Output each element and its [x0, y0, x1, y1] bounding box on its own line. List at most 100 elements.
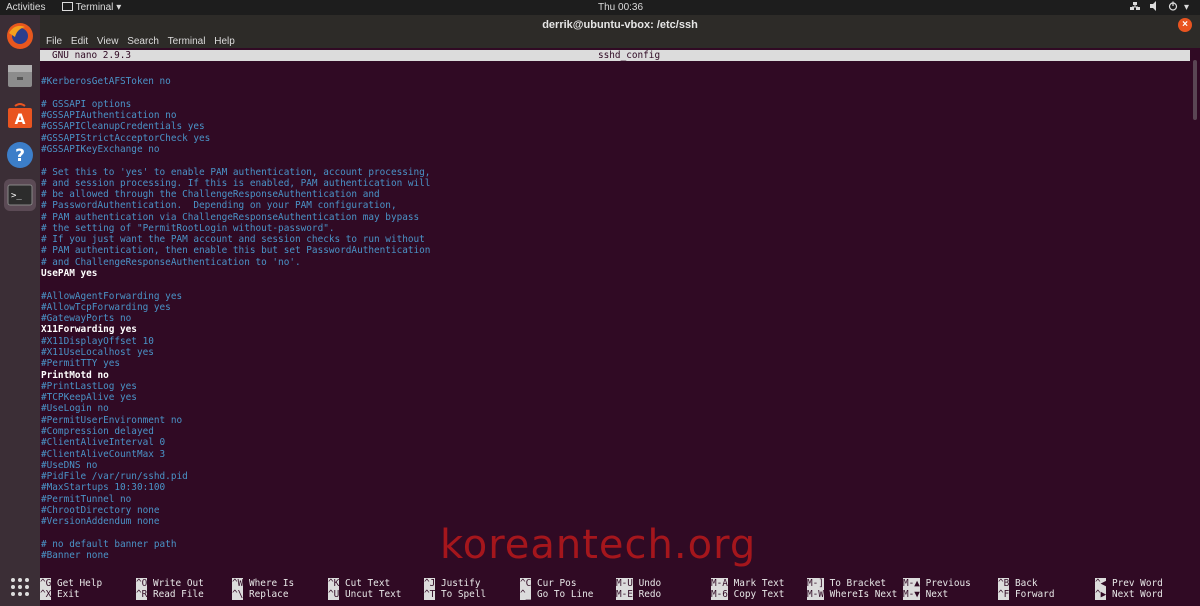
app-menu[interactable]: Terminal ▾: [62, 1, 121, 14]
nano-filename: sshd_config: [598, 50, 661, 61]
watermark: koreantech.org: [440, 522, 757, 568]
shortcut-key: ^B: [998, 578, 1010, 589]
editor-line: #KerberosGetAFSToken no: [41, 76, 171, 88]
shortcut-item: M-A Mark Text: [711, 578, 784, 589]
scrollbar-thumb[interactable]: [1193, 60, 1197, 120]
editor-line: # PasswordAuthentication. Depending on y…: [41, 200, 397, 212]
editor-line: UsePAM yes: [41, 268, 98, 280]
editor-line: #PermitUserEnvironment no: [41, 414, 183, 426]
shortcut-label: Go To Line: [536, 589, 594, 600]
editor-line: X11Forwarding yes: [41, 324, 137, 336]
shortcut-label: Mark Text: [733, 578, 785, 589]
shortcut-key: ^\: [232, 589, 244, 600]
menu-view[interactable]: View: [97, 35, 119, 48]
editor-line: #TCPKeepAlive yes: [41, 392, 137, 404]
shortcut-key: ^K: [328, 578, 340, 589]
shortcut-key: ^X: [40, 589, 52, 600]
shortcut-item: ^W Where Is: [232, 578, 294, 589]
shortcut-key: ^U: [328, 589, 340, 600]
editor-line: #Compression delayed: [41, 425, 154, 437]
terminal-icon[interactable]: >_: [4, 179, 36, 211]
power-icon[interactable]: [1168, 1, 1178, 15]
shortcut-label: Redo: [638, 589, 662, 600]
menu-terminal[interactable]: Terminal: [168, 35, 206, 48]
shortcut-item: ^F Forward: [998, 589, 1054, 600]
svg-text:?: ?: [15, 146, 25, 166]
editor-line: #Banner none: [41, 550, 109, 562]
shortcut-item: M-6 Copy Text: [711, 589, 784, 600]
shortcut-item: M-W WhereIs Next: [807, 589, 897, 600]
shortcut-key: M-▲: [903, 578, 920, 589]
menu-help[interactable]: Help: [214, 35, 235, 48]
shortcut-label: Copy Text: [733, 589, 785, 600]
activities-button[interactable]: Activities: [6, 1, 45, 14]
shortcut-label: Replace: [248, 589, 289, 600]
shortcut-item: ^R Read File: [136, 589, 204, 600]
menu-edit[interactable]: Edit: [71, 35, 88, 48]
software-icon[interactable]: A: [4, 100, 36, 132]
editor-line: #X11DisplayOffset 10: [41, 335, 154, 347]
shortcut-item: ^O Write Out: [136, 578, 204, 589]
shortcut-key: ^W: [232, 578, 244, 589]
editor-line: # and session processing. If this is ena…: [41, 177, 431, 189]
editor-line: #PidFile /var/run/sshd.pid: [41, 471, 188, 483]
editor-line: # PAM authentication via ChallengeRespon…: [41, 211, 420, 223]
editor-line: # Set this to 'yes' to enable PAM authen…: [41, 166, 431, 178]
menu-search[interactable]: Search: [127, 35, 159, 48]
files-icon[interactable]: [4, 60, 36, 92]
shortcut-key: M-]: [807, 578, 824, 589]
shortcut-key: M-A: [711, 578, 728, 589]
shortcut-item: ^X Exit: [40, 589, 80, 600]
shortcut-label: Exit: [56, 589, 80, 600]
shortcut-item: ^_ Go To Line: [520, 589, 593, 600]
show-apps-icon[interactable]: [4, 571, 36, 603]
shortcut-label: Cur Pos: [536, 578, 577, 589]
editor-line: # no default banner path: [41, 538, 177, 550]
editor-line: #PermitTTY yes: [41, 358, 121, 370]
nano-header: GNU nano 2.9.3 sshd_config: [40, 50, 1190, 61]
shortcut-key: ^G: [40, 578, 52, 589]
scrollbar[interactable]: [1190, 48, 1200, 606]
editor-line: #AllowTcpForwarding yes: [41, 301, 171, 313]
editor-line: # and ChallengeResponseAuthentication to…: [41, 256, 301, 268]
network-icon[interactable]: [1130, 1, 1140, 15]
shortcut-item: ^◀ Prev Word: [1095, 578, 1163, 589]
chevron-down-icon: ▾: [116, 2, 122, 13]
app-menu-label: Terminal: [75, 2, 114, 13]
shortcut-key: ^T: [424, 589, 436, 600]
editor-line: #PrintLastLog yes: [41, 380, 137, 392]
shortcut-item: ^J Justify: [424, 578, 480, 589]
dock: A ? >_: [0, 15, 40, 606]
editor-line: #X11UseLocalhost yes: [41, 347, 154, 358]
shortcut-label: To Spell: [440, 589, 487, 600]
editor-line: # If you just want the PAM account and s…: [41, 234, 425, 246]
help-icon[interactable]: ?: [4, 139, 36, 171]
shortcut-item: ^B Back: [998, 578, 1038, 589]
chevron-down-icon[interactable]: ▾: [1184, 1, 1189, 14]
shortcut-item: M-] To Bracket: [807, 578, 886, 589]
editor-line: # PAM authentication, then enable this b…: [41, 245, 431, 257]
editor-line: # the setting of "PermitRootLogin withou…: [41, 222, 335, 234]
shortcut-label: WhereIs Next: [829, 589, 898, 600]
shortcut-key: ^J: [424, 578, 436, 589]
shortcut-label: Uncut Text: [344, 589, 402, 600]
menu-file[interactable]: File: [46, 35, 62, 48]
svg-text:>_: >_: [11, 191, 22, 201]
shortcut-label: Next Word: [1111, 589, 1163, 600]
top-bar: Activities Terminal ▾ Thu 00:36 ▾: [0, 0, 1200, 15]
shortcut-label: Write Out: [152, 578, 204, 589]
shortcut-label: Previous: [925, 578, 971, 589]
clock[interactable]: Thu 00:36: [598, 1, 643, 14]
shortcut-label: Forward: [1014, 589, 1055, 600]
shortcut-label: Back: [1014, 578, 1038, 589]
nano-version: GNU nano 2.9.3: [52, 50, 132, 61]
shortcut-key: ^◀: [1095, 578, 1107, 589]
volume-icon[interactable]: [1150, 1, 1160, 15]
firefox-icon[interactable]: [4, 20, 36, 52]
shortcut-item: ^▶ Next Word: [1095, 589, 1163, 600]
shortcut-key: ^F: [998, 589, 1010, 600]
editor-line: PrintMotd no: [41, 369, 109, 381]
window-titlebar[interactable]: derrik@ubuntu-vbox: /etc/ssh ×: [40, 15, 1200, 35]
shortcut-label: Prev Word: [1111, 578, 1163, 589]
close-icon[interactable]: ×: [1178, 18, 1192, 32]
